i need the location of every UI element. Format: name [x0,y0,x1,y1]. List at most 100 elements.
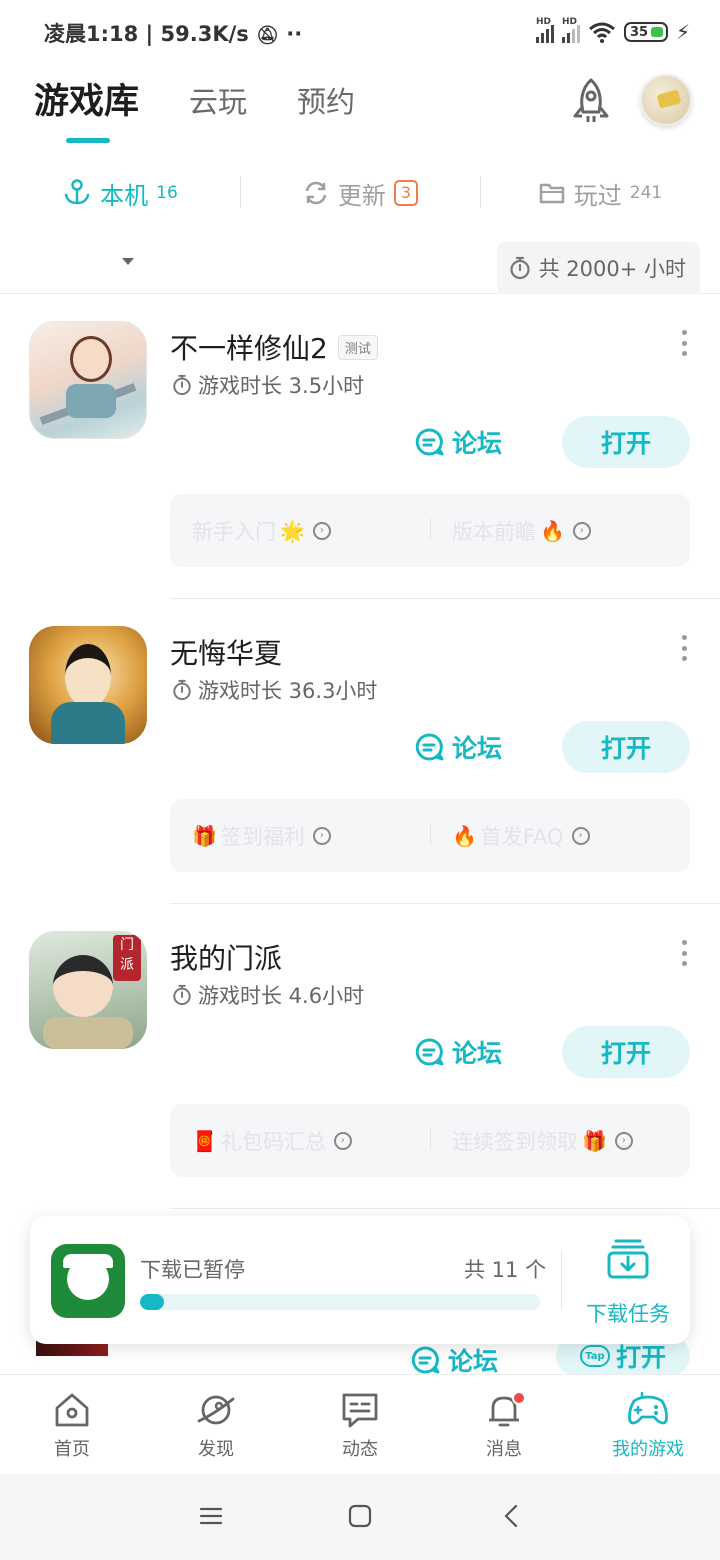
open-button[interactable]: 打开 [562,721,690,773]
menu-icon[interactable] [198,1504,224,1528]
open-button[interactable]: 打开 [562,416,690,468]
system-nav-bar [0,1474,720,1560]
user-avatar[interactable] [640,74,692,126]
tip-link[interactable]: 🎁 签到福利 › [170,821,430,851]
download-tray-icon [607,1239,649,1279]
tab-cloud-play[interactable]: 云玩 [189,78,247,126]
back-chevron-icon[interactable] [500,1504,524,1528]
tip-link[interactable]: 🔥 首发FAQ › [430,821,690,851]
tab-reservation[interactable]: 预约 [297,78,355,126]
download-tasks-label: 下载任务 [586,1302,670,1326]
tip-link[interactable]: 版本前瞻 🔥 › [430,516,690,546]
game-title[interactable]: 无悔华夏 [170,632,282,672]
subtab-update-label: 更新 [337,181,386,210]
game-icon-wuhui-huaxia[interactable] [29,626,147,744]
notification-dot [512,1391,526,1405]
game-icon-wode-menpai[interactable]: 门派 [29,931,147,1049]
folder-icon [539,183,565,204]
more-options-icon[interactable] [679,635,689,661]
forum-icon [415,733,444,761]
top-tabs: 游戏库 云玩 预约 [34,78,405,144]
tip-link[interactable]: 新手入门 🌟 › [170,516,430,546]
home-square-icon[interactable] [347,1504,373,1528]
download-progress-fill [140,1294,164,1310]
filter-row: 共 2000+ 小时 [0,240,720,294]
test-tag: 测试 [337,334,378,360]
nav-home[interactable]: 首页 [0,1375,144,1474]
bottom-nav: 首页 发现 动态 消息 我的游戏 [0,1374,720,1474]
signal-icon: HD [535,17,554,43]
planet-icon [197,1395,235,1425]
forum-icon [415,428,444,456]
playtime: 游戏时长 4.6小时 [172,980,364,1010]
tips-bar: 🎁 签到福利 › 🔥 首发FAQ › [170,799,690,872]
charging-icon: ⚡ [675,20,690,44]
forum-button[interactable]: 论坛 [414,727,502,767]
game-item-partial[interactable]: 论坛 Tap 打开 [0,1340,720,1376]
tab-game-library[interactable]: 游戏库 [34,78,139,143]
stopwatch-icon [173,679,191,701]
signal-icon: HD [561,17,580,43]
divider [170,1208,720,1209]
nav-discover[interactable]: 发现 [144,1375,288,1474]
download-tasks-button[interactable]: 下载任务 [578,1238,678,1328]
forum-icon [415,1038,444,1066]
playtime: 游戏时长 3.5小时 [172,370,364,400]
more-options-icon[interactable] [679,940,689,966]
fire-icon: 🔥 [452,823,477,848]
download-progress-bar [140,1294,540,1310]
update-count-badge: 3 [393,180,419,206]
game-title[interactable]: 不一样修仙2 测试 [170,327,378,367]
game-item[interactable]: 不一样修仙2 测试 游戏时长 3.5小时 论坛 打开 新手入门 🌟 › 版本前瞻 🔥 › [0,294,720,599]
subtab-local[interactable]: 本机 16 [0,160,240,226]
subtab-update[interactable]: 更新 3 [240,160,480,226]
forum-button[interactable]: 论坛 [414,1032,502,1072]
gamepad-icon [628,1391,668,1425]
divider [561,1250,562,1310]
star-icon: 🌟 [280,518,305,543]
sort-dropdown-caret-icon[interactable] [122,258,134,265]
gift-icon: 🎁 [582,1128,607,1153]
total-playtime-chip: 共 2000+ 小时 [496,242,700,294]
playtime: 游戏时长 36.3小时 [172,675,377,705]
chevron-right-icon: › [614,1131,633,1150]
download-count: 共 11 个 [464,1258,547,1282]
game-title[interactable]: 我的门派 [170,937,282,977]
nav-my-games[interactable]: 我的游戏 [576,1375,720,1474]
chat-icon [342,1393,378,1428]
subtab-local-count: 16 [156,183,178,203]
tip-link[interactable]: 连续签到领取 🎁 › [430,1126,690,1156]
more-options-icon[interactable] [679,330,689,356]
chevron-right-icon: › [572,521,591,540]
open-button[interactable]: 打开 [562,1026,690,1078]
rocket-icon[interactable] [566,76,616,128]
gift-icon: 🎁 [192,823,217,848]
status-time-speed: 凌晨1:18 | 59.3K/s 🔕︎ ·· [44,22,303,46]
battery-icon: 35 [623,22,668,42]
tips-bar: 新手入门 🌟 › 版本前瞻 🔥 › [170,494,690,567]
game-item[interactable]: 门派 我的门派 游戏时长 4.6小时 论坛 打开 🧧 礼包码汇总 › 连续签到领取 🎁… [0,904,720,1209]
stopwatch-icon [173,374,191,396]
game-icon-xiuxian[interactable] [29,321,147,439]
tip-link[interactable]: 🧧 礼包码汇总 › [170,1126,430,1156]
chevron-right-icon: › [312,521,331,540]
game-item[interactable]: 无悔华夏 游戏时长 36.3小时 论坛 打开 🎁 签到福利 › 🔥 首发FAQ › [0,599,720,904]
forum-button[interactable]: 论坛 [410,1340,498,1376]
forum-button[interactable]: 论坛 [414,422,502,462]
subtab-played[interactable]: 玩过 241 [480,160,720,226]
open-button[interactable]: Tap 打开 [556,1340,690,1376]
nav-messages[interactable]: 消息 [432,1375,576,1474]
wifi-icon [588,22,615,43]
chevron-right-icon: › [571,826,590,845]
total-playtime-text: 共 2000+ 小时 [538,257,686,281]
chevron-right-icon: › [333,1131,352,1150]
tap-logo-icon: Tap [579,1345,610,1367]
chevron-right-icon: › [312,826,331,845]
nav-feed[interactable]: 动态 [288,1375,432,1474]
download-banner[interactable]: 下载已暂停 共 11 个 下载任务 [30,1216,690,1344]
refresh-icon [305,181,327,205]
tips-bar: 🧧 礼包码汇总 › 连续签到领取 🎁 › [170,1104,690,1177]
stopwatch-icon [173,984,191,1006]
status-bar: 凌晨1:18 | 59.3K/s 🔕︎ ·· HD HD 35 ⚡ [0,0,720,64]
more-dots-icon: ·· [286,22,303,46]
